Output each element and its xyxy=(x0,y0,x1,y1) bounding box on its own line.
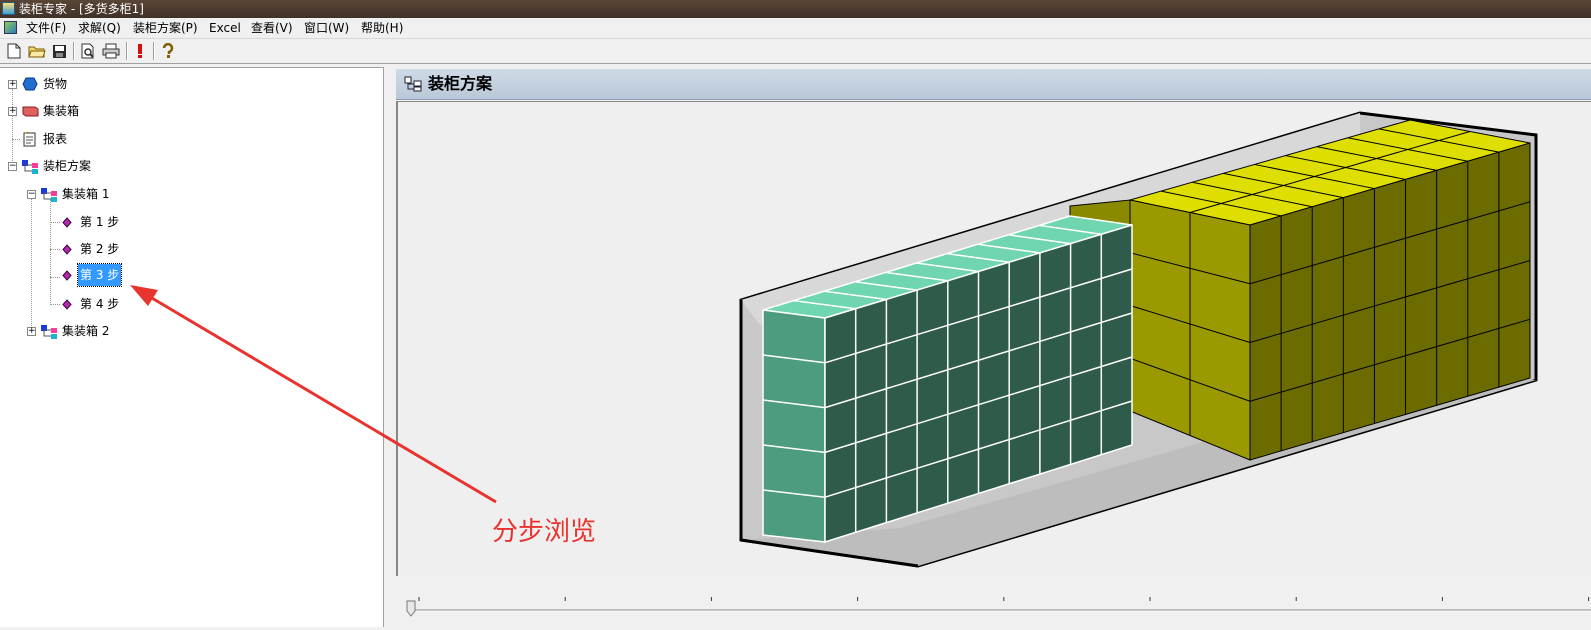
document-icon[interactable] xyxy=(4,21,17,34)
plan-icon xyxy=(41,325,57,339)
menu-file[interactable]: 文件(F) xyxy=(24,20,68,36)
tree-label: 第 4 步 xyxy=(80,297,120,311)
title-bar: 装柜专家 - [多货多柜1] xyxy=(0,0,1591,18)
step-slider[interactable] xyxy=(396,579,1591,627)
tree-item-container-1[interactable]: − 集装箱 1 xyxy=(0,185,200,203)
tree-item-report[interactable]: 报表 xyxy=(0,130,200,148)
tree-label-selected: 第 3 步 xyxy=(76,263,123,287)
menu-solve[interactable]: 求解(Q) xyxy=(76,20,123,36)
expand-icon[interactable]: + xyxy=(8,107,17,116)
tree-item-step-4[interactable]: 第 4 步 xyxy=(0,295,200,313)
slider-track[interactable] xyxy=(396,579,1591,627)
window-title: 装柜专家 - [多货多柜1] xyxy=(19,2,144,16)
expand-icon[interactable]: + xyxy=(27,327,36,336)
tree-connector xyxy=(12,89,13,167)
menu-window[interactable]: 窗口(W) xyxy=(302,20,351,36)
tree-label: 货物 xyxy=(43,77,68,91)
plan-icon xyxy=(404,76,422,92)
plan-icon xyxy=(22,160,38,174)
tree-item-plan[interactable]: − 装柜方案 xyxy=(0,157,200,175)
tree-label: 集装箱 1 xyxy=(62,187,110,201)
tree-label: 集装箱 2 xyxy=(62,324,110,338)
tree-label: 装柜方案 xyxy=(43,159,92,173)
tree-item-goods[interactable]: + 货物 xyxy=(0,75,200,93)
tree-item-step-1[interactable]: 第 1 步 xyxy=(0,213,200,231)
slider-thumb[interactable] xyxy=(406,600,416,617)
tree-item-step-2[interactable]: 第 2 步 xyxy=(0,240,200,258)
tree-item-container-2[interactable]: + 集装箱 2 xyxy=(0,322,200,340)
3d-viewport[interactable] xyxy=(396,101,1591,576)
tree-pane: + 货物 + 集装箱 报表 − 装柜方案 − 集装箱 1 第 1 步 第 2 步… xyxy=(0,67,384,627)
expand-icon[interactable]: + xyxy=(8,80,17,89)
toolbar xyxy=(0,39,1591,64)
toolbar-separator xyxy=(126,42,128,60)
print-preview-icon[interactable] xyxy=(79,42,97,60)
menu-plan[interactable]: 装柜方案(P) xyxy=(131,20,200,36)
tree-item-containers[interactable]: + 集装箱 xyxy=(0,102,200,120)
report-icon xyxy=(23,132,36,147)
toolbar-separator xyxy=(73,42,75,60)
step-diamond-icon xyxy=(62,270,72,281)
annotation-text: 分步浏览 xyxy=(492,517,597,547)
print-icon[interactable] xyxy=(102,42,120,60)
collapse-icon[interactable]: − xyxy=(8,162,17,171)
collapse-icon[interactable]: − xyxy=(27,190,36,199)
save-icon[interactable] xyxy=(50,42,68,60)
tree-label: 第 1 步 xyxy=(80,215,120,229)
tree-label: 报表 xyxy=(43,132,68,146)
teal-cargo-front xyxy=(762,309,826,543)
step-diamond-icon xyxy=(62,244,72,255)
app-icon xyxy=(2,2,15,15)
tree-label: 集装箱 xyxy=(43,104,80,118)
help-icon[interactable] xyxy=(159,42,177,60)
new-file-icon[interactable] xyxy=(5,42,23,60)
container-3d-view[interactable] xyxy=(398,102,1591,576)
menu-view[interactable]: 查看(V) xyxy=(249,20,295,36)
step-diamond-icon xyxy=(62,217,72,228)
goods-icon xyxy=(22,77,38,91)
menu-bar: 文件(F) 求解(Q) 装柜方案(P) Excel 查看(V) 窗口(W) 帮助… xyxy=(0,18,1591,39)
plan-icon xyxy=(41,188,57,202)
menu-help[interactable]: 帮助(H) xyxy=(359,20,405,36)
panel-title: 装柜方案 xyxy=(428,74,493,93)
panel-header: 装柜方案 xyxy=(396,69,1591,100)
solve-icon[interactable] xyxy=(131,42,149,60)
open-folder-icon[interactable] xyxy=(28,42,46,60)
menu-excel[interactable]: Excel xyxy=(207,20,243,36)
tree-item-step-3[interactable]: 第 3 步 xyxy=(0,263,200,287)
toolbar-separator xyxy=(153,42,155,60)
container-icon xyxy=(22,106,39,117)
tree-label: 第 2 步 xyxy=(80,242,120,256)
step-diamond-icon xyxy=(62,299,72,310)
